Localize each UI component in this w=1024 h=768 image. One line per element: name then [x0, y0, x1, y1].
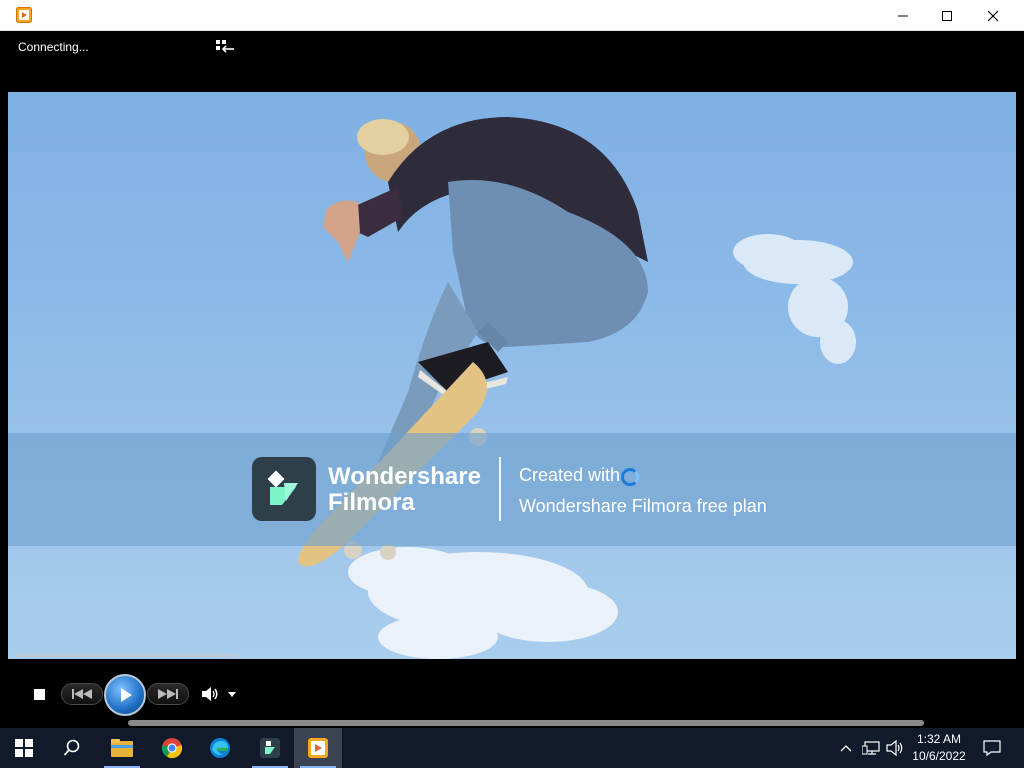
play-icon	[121, 688, 132, 702]
taskbar-media-player[interactable]	[294, 728, 342, 768]
filmora-icon	[260, 738, 280, 758]
maximize-button[interactable]	[924, 0, 970, 31]
minimize-icon	[898, 15, 908, 16]
clock-time: 1:32 AM	[916, 732, 962, 746]
maximize-icon	[942, 10, 952, 21]
notifications-icon	[983, 740, 1001, 756]
edge-icon	[210, 738, 230, 758]
close-button[interactable]	[970, 0, 1016, 31]
media-player-icon	[308, 738, 328, 758]
filmora-logo-icon	[252, 457, 316, 521]
media-player-window: Connecting... Wondershare Filmora Create…	[0, 0, 1024, 728]
taskbar-filmora[interactable]	[246, 728, 294, 768]
volume-dropdown-icon[interactable]	[228, 692, 236, 697]
show-hidden-icons-icon	[840, 745, 852, 752]
watermark-plan-text: Wondershare Filmora free plan	[519, 496, 767, 516]
window-left-edge	[0, 31, 8, 659]
video-frame	[298, 117, 856, 659]
playback-controls	[0, 659, 1024, 728]
status-text: Connecting...	[18, 40, 89, 54]
previous-icon	[72, 689, 92, 699]
show-hidden-icons-button[interactable]	[836, 728, 856, 768]
watermark-brand-line2: Filmora	[328, 489, 415, 516]
minimize-button[interactable]	[880, 0, 926, 31]
play-button[interactable]	[104, 674, 146, 716]
taskbar-file-explorer[interactable]	[98, 728, 146, 768]
cloud-lower	[348, 547, 618, 659]
media-player-icon	[16, 7, 32, 23]
network-icon	[862, 741, 880, 755]
taskbar: 1:32 AM 10/6/2022	[0, 728, 1024, 768]
video-area[interactable]: Wondershare Filmora Created with Wonders…	[8, 92, 1016, 659]
window-right-edge	[1016, 31, 1024, 659]
watermark-banner: Wondershare Filmora Created with Wonders…	[8, 433, 1016, 546]
taskbar-edge[interactable]	[196, 728, 244, 768]
previous-button[interactable]	[61, 683, 103, 705]
search-icon	[63, 739, 80, 756]
title-bar[interactable]	[0, 0, 1024, 31]
switch-to-library-icon[interactable]	[214, 38, 236, 56]
seek-bar[interactable]	[16, 654, 236, 657]
file-explorer-icon	[111, 739, 133, 757]
taskbar-clock[interactable]: 1:32 AM 10/6/2022	[906, 731, 972, 765]
clock-date: 10/6/2022	[912, 749, 966, 763]
next-button[interactable]	[147, 683, 189, 705]
close-icon	[987, 10, 999, 21]
start-button[interactable]	[0, 728, 48, 768]
notifications-button[interactable]	[976, 728, 1008, 768]
chrome-icon	[161, 738, 183, 759]
cloud-upper-right	[733, 234, 856, 364]
stop-button[interactable]	[34, 689, 45, 700]
volume-icon[interactable]	[201, 686, 219, 702]
taskbar-chrome[interactable]	[148, 728, 196, 768]
speaker-icon	[886, 740, 903, 756]
loading-spinner-icon	[621, 468, 639, 486]
next-icon	[158, 689, 178, 699]
watermark-brand-line1: Wondershare	[328, 463, 481, 490]
watermark-divider	[499, 457, 501, 521]
speaker-tray[interactable]	[884, 728, 906, 768]
watermark-created-with: Created with	[519, 465, 621, 485]
search-button[interactable]	[48, 728, 96, 768]
network-tray[interactable]	[860, 728, 882, 768]
horizontal-scrollbar[interactable]	[128, 720, 924, 726]
start-icon	[15, 739, 33, 757]
now-playing-header: Connecting...	[0, 31, 1024, 92]
